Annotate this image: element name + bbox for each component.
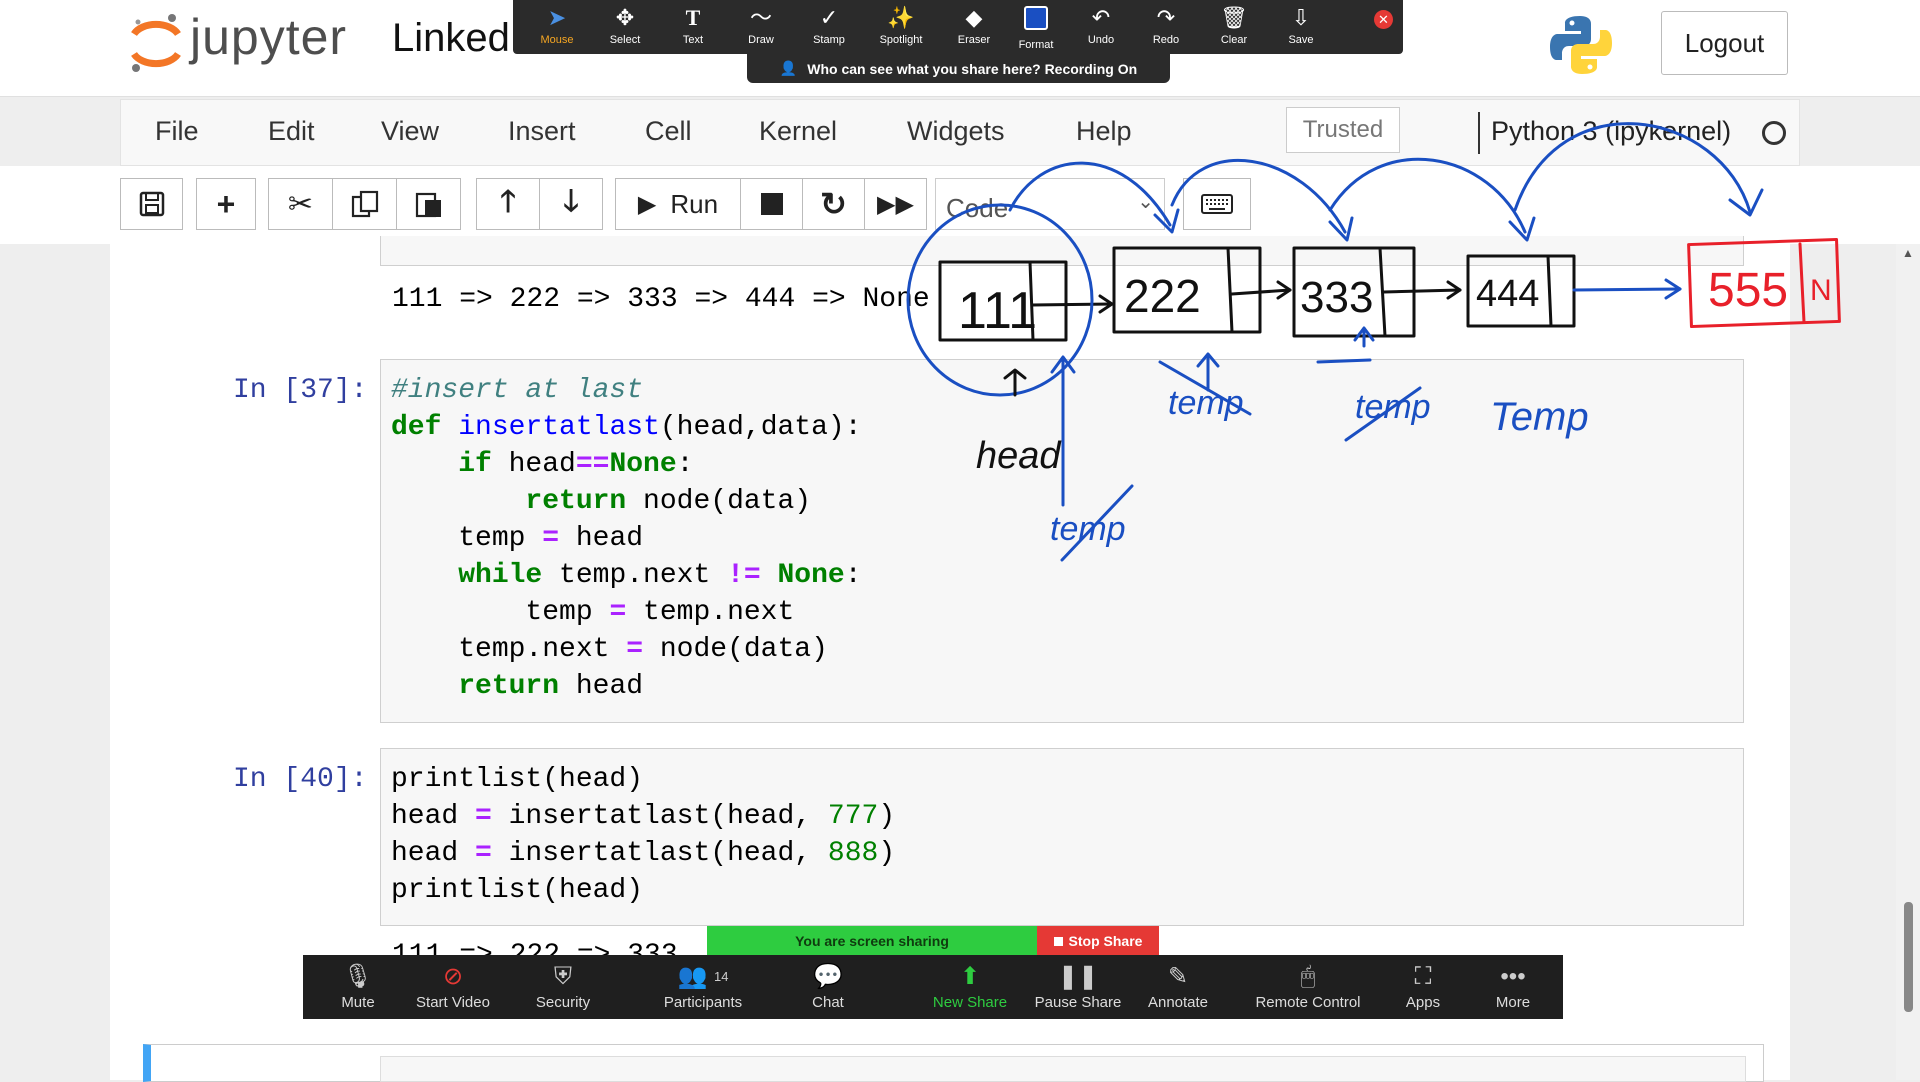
node-222: 222 xyxy=(1112,246,1262,334)
stop-share-label: Stop Share xyxy=(1068,933,1143,949)
share-status-text: You are screen sharing xyxy=(795,933,949,949)
temp-label: Temp xyxy=(1490,395,1589,439)
tool-eraser[interactable]: ◆ Eraser xyxy=(944,0,1004,54)
download-icon: ⇩ xyxy=(1291,5,1311,30)
temp-pointer-arrow xyxy=(1316,358,1372,364)
pointer-arrow xyxy=(1030,302,1114,307)
spotlight-icon: ✨ xyxy=(887,5,915,30)
mouse-icon: 🖱 xyxy=(1300,963,1316,990)
security-button[interactable]: ⛨ Security xyxy=(513,955,613,1019)
chat-icon: 💬 xyxy=(813,963,843,990)
apps-icon: ⛶ xyxy=(1414,963,1432,990)
node-444-label: 444 xyxy=(1476,273,1539,315)
mute-button[interactable]: 🎙 Mute xyxy=(323,955,393,1019)
remote-control-button[interactable]: 🖱 Remote Control xyxy=(1238,955,1378,1019)
checkmark-icon: ✓ xyxy=(819,5,839,30)
tool-save[interactable]: ⇩ Save xyxy=(1271,0,1331,54)
arrowhead xyxy=(1508,216,1536,242)
node-333-label: 333 xyxy=(1300,273,1373,322)
pointer-arrow xyxy=(1230,288,1292,296)
new-node-pointer-label: N xyxy=(1810,274,1832,307)
video-off-icon: ⊘ xyxy=(442,963,464,990)
traversal-arc xyxy=(1008,161,1172,227)
tool-redo[interactable]: ↷ Redo xyxy=(1136,0,1196,54)
sharing-status-banner[interactable]: You are screen sharing xyxy=(707,926,1037,956)
tool-spotlight[interactable]: ✨ Spotlight xyxy=(871,0,931,54)
pointer-arrow xyxy=(1382,288,1462,294)
move-icon: ✥ xyxy=(615,5,635,30)
tool-text[interactable]: T Text xyxy=(663,0,723,54)
traversal-arc xyxy=(1170,159,1347,234)
trash-icon: 🗑 xyxy=(1220,5,1248,30)
stop-share-button[interactable]: Stop Share xyxy=(1037,926,1159,956)
meeting-controls-bar: 🎙 Mute ⊘ Start Video ⛨ Security 👥 14 Partici… xyxy=(303,955,1563,1019)
node-111-label: 111 xyxy=(958,282,1037,340)
head-label: head xyxy=(976,435,1062,477)
traversal-arc xyxy=(1328,157,1527,234)
apps-button[interactable]: ⛶ Apps xyxy=(1388,955,1458,1019)
traversal-arc xyxy=(1513,122,1752,214)
tool-undo[interactable]: ↶ Undo xyxy=(1071,0,1131,54)
text-icon: T xyxy=(685,5,701,30)
undo-icon: ↶ xyxy=(1091,5,1111,30)
struck-temp-label: temp xyxy=(1050,510,1126,548)
more-dots-icon: ••• xyxy=(1500,963,1526,990)
participants-count: 14 xyxy=(714,969,729,984)
participants-button[interactable]: 👥 14 Participants xyxy=(648,955,758,1019)
tool-clear[interactable]: 🗑 Clear xyxy=(1204,0,1264,54)
pencil-icon: ✎ xyxy=(1167,963,1189,990)
person-icon: 👤 xyxy=(779,60,798,76)
new-node-555: 555 N xyxy=(1687,237,1841,329)
node-111: 111 xyxy=(938,260,1068,342)
chat-button[interactable]: 💬 Chat xyxy=(793,955,863,1019)
more-button[interactable]: ••• More xyxy=(1478,955,1548,1019)
pause-share-button[interactable]: ❚❚ Pause Share xyxy=(1030,955,1126,1019)
share-screen-icon: ⬆ xyxy=(959,963,981,990)
participants-icon: 👥 14 xyxy=(677,963,729,990)
tool-draw[interactable]: 〜 Draw xyxy=(731,0,791,54)
microphone-icon: 🎙 xyxy=(342,963,374,990)
new-share-button[interactable]: ⬆ New Share xyxy=(920,955,1020,1019)
redo-icon: ↷ xyxy=(1156,5,1176,30)
color-swatch-icon xyxy=(1006,6,1066,35)
tool-mouse[interactable]: ➤ Mouse xyxy=(527,0,587,54)
node-444: 444 xyxy=(1466,254,1576,328)
pause-icon: ❚❚ xyxy=(1057,963,1099,990)
tool-stamp[interactable]: ✓ Stamp xyxy=(799,0,859,54)
shield-icon: ⛨ xyxy=(554,963,572,990)
start-video-button[interactable]: ⊘ Start Video xyxy=(398,955,508,1019)
close-annotate-icon[interactable]: ✕ xyxy=(1374,10,1393,29)
handwritten-annotation-layer: 111 222 333 444 555 N head temp temp tem… xyxy=(906,122,1841,562)
pointer-arrow xyxy=(1572,287,1682,292)
eraser-icon: ◆ xyxy=(965,5,983,30)
arrowhead xyxy=(1328,216,1354,242)
annotate-button[interactable]: ✎ Annotate xyxy=(1138,955,1218,1019)
mouse-pointer-icon: ➤ xyxy=(547,5,567,30)
recording-banner[interactable]: 👤 Who can see what you share here? Recor… xyxy=(747,54,1170,83)
stop-square-icon xyxy=(1053,936,1063,946)
annotate-toolbar: ➤ Mouse ✥ Select T Text 〜 Draw ✓ Stamp ✨ Spotl… xyxy=(513,0,1403,54)
tool-format[interactable]: Format xyxy=(1006,0,1066,54)
new-node-555-label: 555 xyxy=(1708,264,1788,317)
node-222-label: 222 xyxy=(1124,270,1201,322)
tool-select[interactable]: ✥ Select xyxy=(595,0,655,54)
recording-text: Who can see what you share here? Recordi… xyxy=(807,60,1138,77)
draw-icon: 〜 xyxy=(749,5,772,30)
